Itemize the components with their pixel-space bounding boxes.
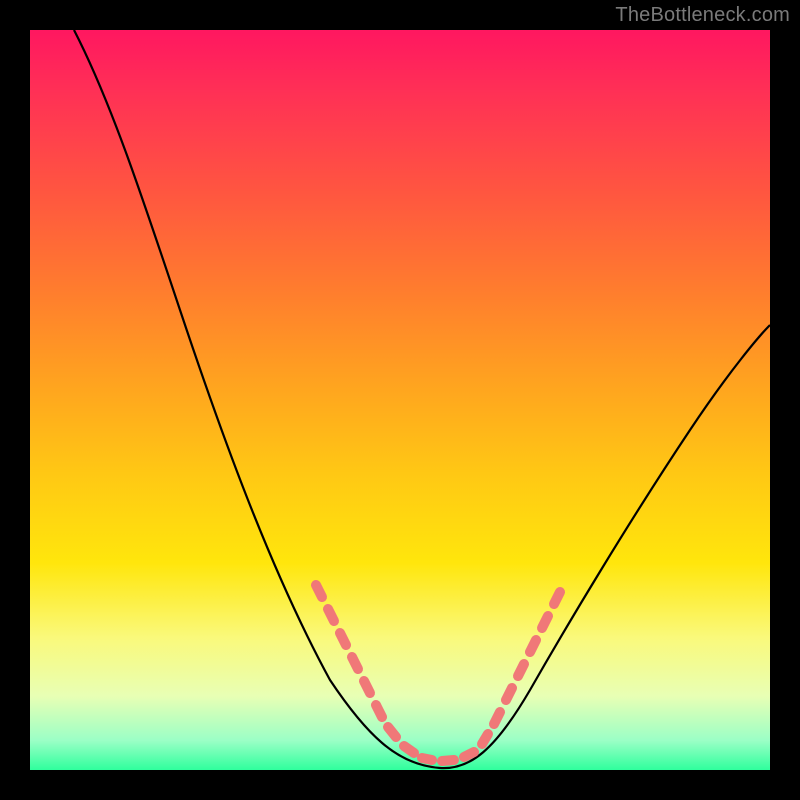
highlight-dots-left xyxy=(316,585,414,753)
bottleneck-curve-svg xyxy=(30,30,770,770)
app-frame: TheBottleneck.com xyxy=(0,0,800,800)
chart-plot-area xyxy=(30,30,770,770)
highlight-dots-bottom xyxy=(422,752,474,761)
bottleneck-curve-path xyxy=(74,30,770,768)
watermark-text: TheBottleneck.com xyxy=(615,4,790,27)
highlight-dots-right xyxy=(482,592,560,744)
